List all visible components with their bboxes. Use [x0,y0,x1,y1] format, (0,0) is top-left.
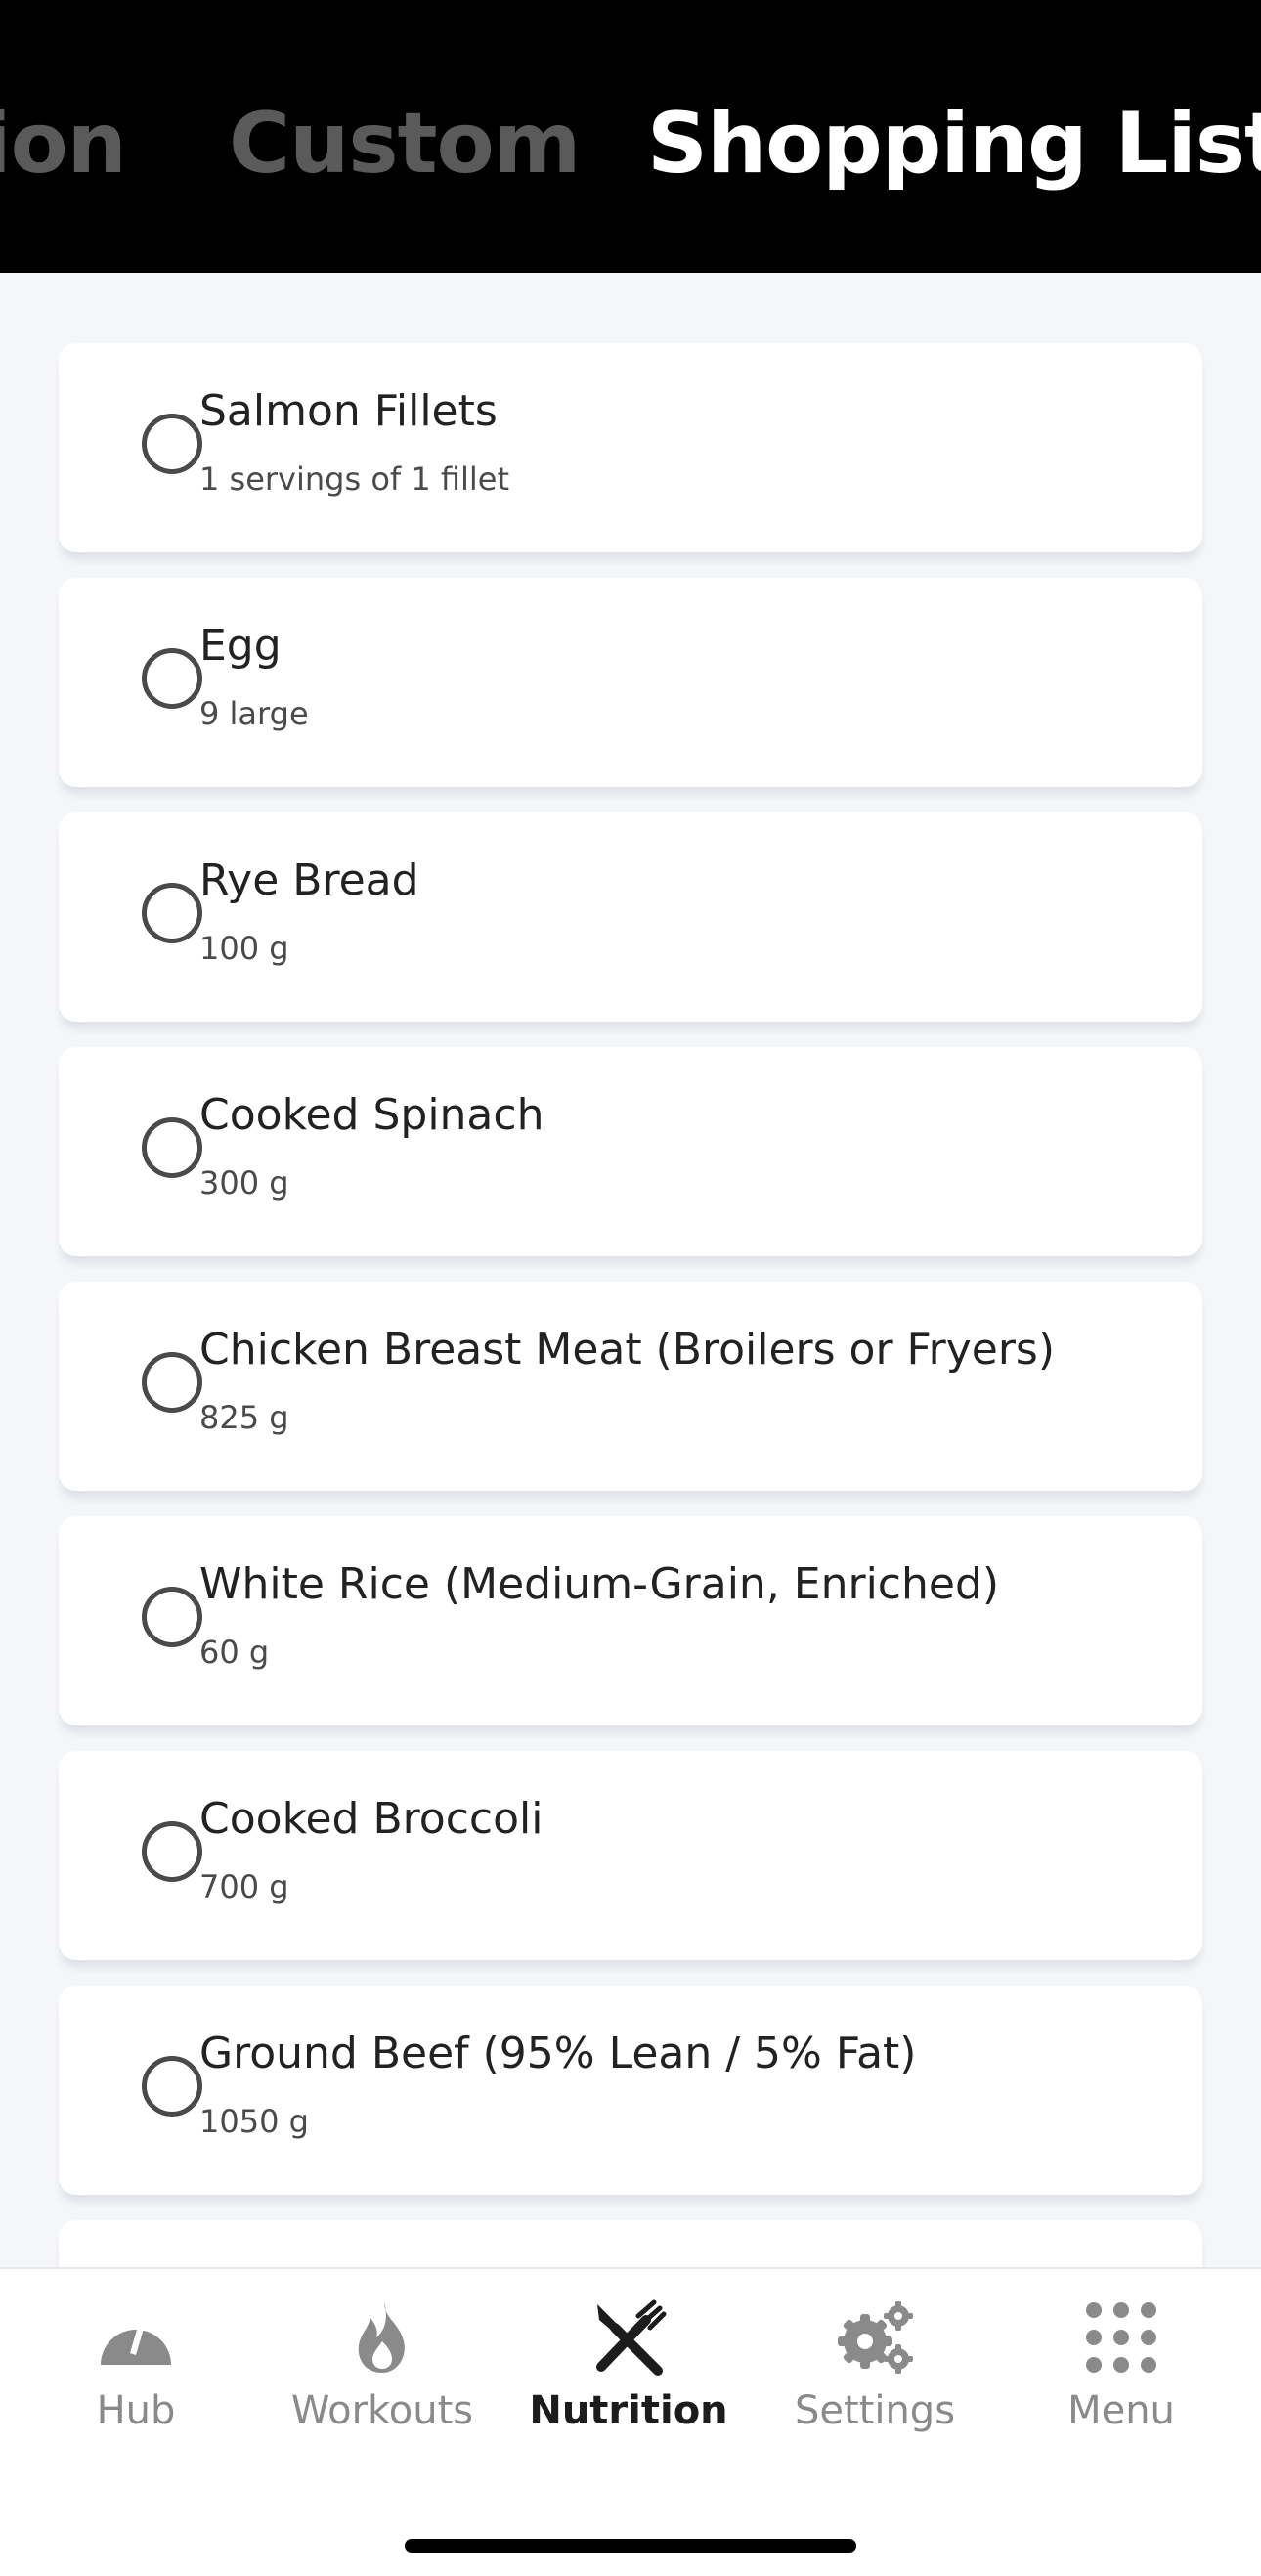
list-item[interactable]: Egg 9 large [59,578,1202,787]
list-item[interactable]: Ground Beef (95% Lean / 5% Fat) 1050 g [59,1986,1202,2195]
item-quantity: 9 large [199,695,309,732]
list-item[interactable]: Rye Bread 100 g [59,812,1202,1022]
tabbar-label: Menu [1067,2388,1175,2433]
list-item[interactable]: Cooked Spinach 300 g [59,1047,1202,1256]
item-quantity: 1 servings of 1 fillet [199,460,510,498]
list-item[interactable]: White Rice (Medium-Grain, Enriched) 60 g [59,1516,1202,1725]
list-item[interactable]: Cooked Broccoli 700 g [59,1751,1202,1960]
item-name: Cooked Broccoli [199,1794,544,1844]
item-name: Rye Bread [199,855,419,905]
tabbar-item-workouts[interactable]: Workouts [259,2269,505,2476]
tabbar-item-nutrition[interactable]: Nutrition [505,2269,752,2476]
list-item[interactable]: Chicken Breast Meat (Broilers or Fryers)… [59,1282,1202,1491]
tabbar-item-settings[interactable]: Settings [752,2269,998,2476]
item-quantity: 60 g [199,1634,270,1671]
gauge-icon [101,2320,171,2365]
tabbar-label: Settings [794,2388,956,2433]
home-indicator[interactable] [405,2539,856,2553]
tab-nutrition-partial[interactable]: tion [0,90,127,197]
gears-icon [838,2301,913,2374]
tabbar-label: Workouts [290,2388,474,2433]
tab-custom[interactable]: Custom [229,90,581,197]
tabbar-item-menu[interactable]: Menu [998,2269,1244,2476]
item-name: Salmon Fillets [199,386,498,436]
item-checkbox[interactable] [142,1821,202,1882]
item-name: Chicken Breast Meat (Broilers or Fryers) [199,1325,1056,1375]
item-quantity: 700 g [199,1868,289,1905]
tab-shopping-list[interactable]: Shopping List [647,90,1261,197]
item-name: White Rice (Medium-Grain, Enriched) [199,1559,1000,1609]
item-checkbox[interactable] [142,414,202,474]
list-item[interactable]: Salmon Fillets 1 servings of 1 fillet [59,343,1202,552]
item-name: Ground Beef (95% Lean / 5% Fat) [199,2029,917,2078]
shopping-list[interactable]: Salmon Fillets 1 servings of 1 fillet Eg… [0,273,1261,2267]
item-checkbox[interactable] [142,1117,202,1178]
list-item-partial[interactable] [59,2220,1202,2267]
item-quantity: 100 g [199,930,289,967]
tabbar-label: Nutrition [529,2388,728,2433]
grid-dots-icon [1086,2302,1156,2373]
item-quantity: 300 g [199,1164,289,1201]
item-checkbox[interactable] [142,2056,202,2117]
safe-area [0,2474,1261,2576]
item-name: Cooked Spinach [199,1090,544,1140]
item-quantity: 1050 g [199,2103,309,2140]
item-checkbox[interactable] [142,883,202,943]
flame-icon [358,2302,405,2373]
fork-knife-icon [596,2299,667,2376]
bottom-tab-bar: Hub Workouts Nutrition Settings Menu [0,2267,1261,2476]
item-checkbox[interactable] [142,648,202,709]
item-checkbox[interactable] [142,1587,202,1647]
tabbar-label: Hub [96,2388,176,2433]
item-name: Egg [199,621,282,671]
item-quantity: 825 g [199,1399,289,1436]
tabbar-item-hub[interactable]: Hub [13,2269,259,2476]
header-tab-strip: tion Custom Shopping List [0,0,1261,273]
item-checkbox[interactable] [142,1352,202,1413]
